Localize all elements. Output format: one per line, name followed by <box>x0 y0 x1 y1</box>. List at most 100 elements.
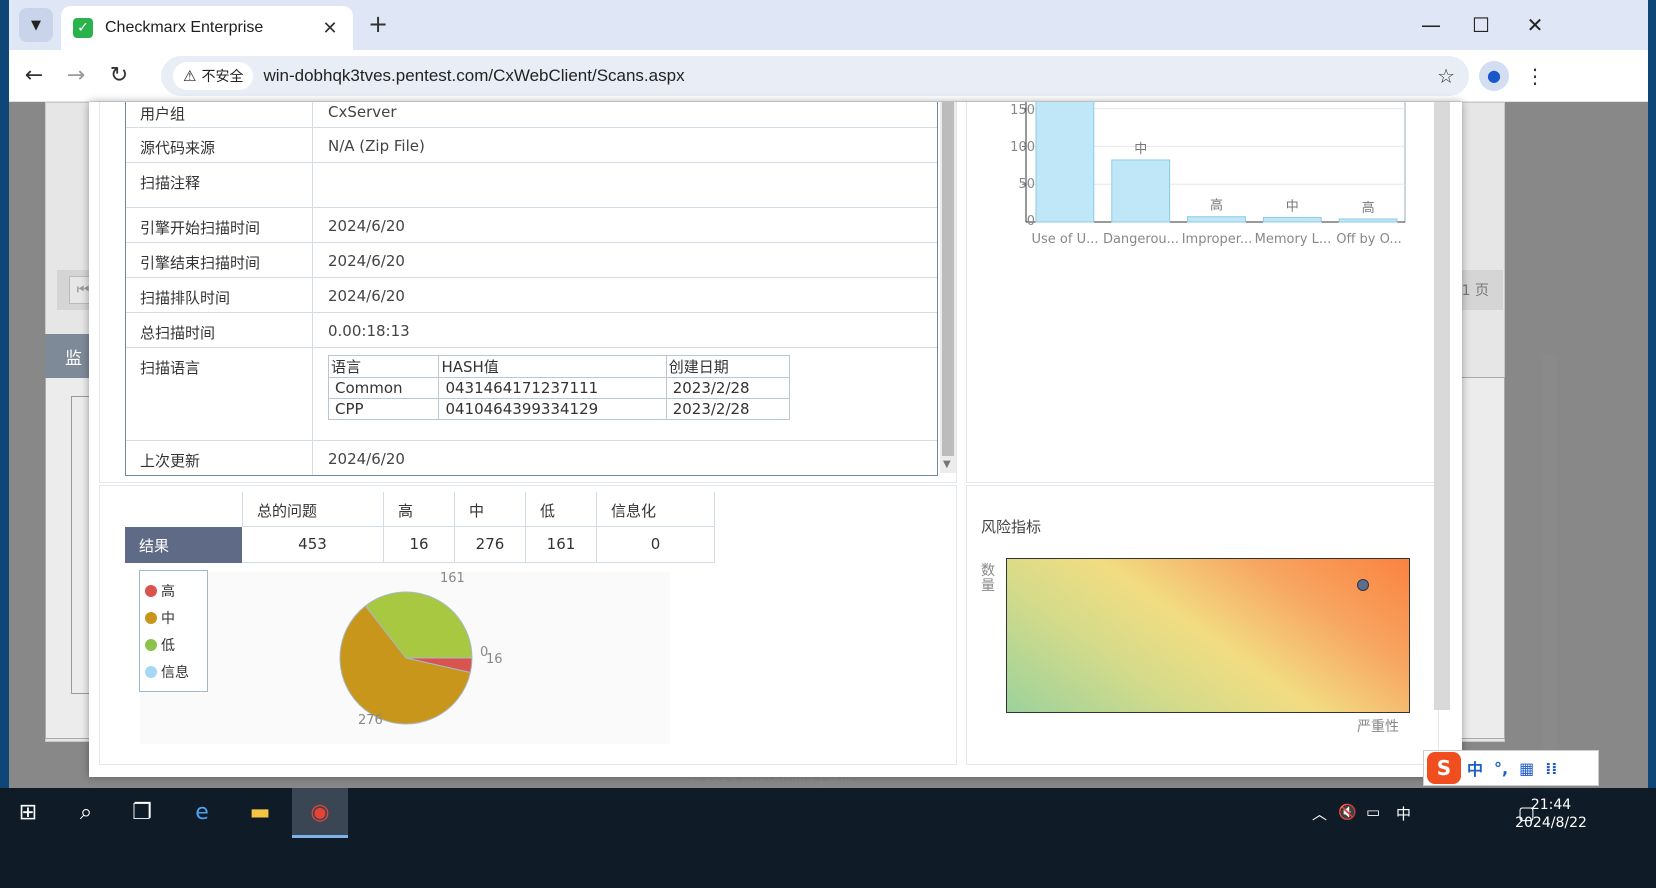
details-value: 2024/6/20 <box>328 287 405 305</box>
x-tick-label: Improper... <box>1181 232 1253 247</box>
details-value: 0.00:18:13 <box>328 322 410 340</box>
tray-chevron-icon[interactable]: ︿ <box>1312 803 1327 824</box>
close-window-icon[interactable]: ✕ <box>1515 10 1555 40</box>
ime-chinese-mode[interactable]: 中 <box>1467 756 1483 780</box>
details-scrollbar-thumb[interactable] <box>942 102 954 456</box>
url-text[interactable]: win-dobhqk3tves.pentest.com/CxWebClient/… <box>263 66 1437 86</box>
details-row: 上次更新 2024/6/20 <box>126 441 937 475</box>
legend-item-high[interactable]: 高 <box>145 577 207 604</box>
windows-start-icon[interactable]: ⊞ <box>0 788 56 838</box>
details-label: 引擎结束扫描时间 <box>126 243 313 277</box>
ime-punctuation-icon[interactable]: °, <box>1494 759 1508 778</box>
hash-col-header: HASH值 <box>438 355 667 378</box>
details-row: 源代码来源 N/A (Zip File) <box>126 128 937 163</box>
legend-label: 低 <box>161 637 175 654</box>
page-content: ⏮ 1 页 监 © 2024 Checkmarx | 联部 用户组 CxServ… <box>9 102 1648 788</box>
bar-label: 高 <box>1210 198 1223 214</box>
legend-dot-icon <box>145 584 157 597</box>
security-chip[interactable]: ⚠ 不安全 <box>173 62 254 90</box>
tab-close-icon[interactable]: ✕ <box>319 18 341 39</box>
legend-dot-icon <box>145 638 157 651</box>
details-value: 2024/6/20 <box>328 217 405 235</box>
forward-arrow-icon[interactable]: → <box>61 61 91 91</box>
bookmark-star-icon[interactable]: ☆ <box>1437 64 1455 88</box>
vulnerability-bar-chart-panel: 中高中高 150 100 50 0 Use of U... Dangerou..… <box>966 102 1439 483</box>
notification-icon[interactable]: ▢ <box>1518 803 1535 824</box>
background-tab[interactable]: 监 <box>45 334 93 378</box>
details-value: 2024/6/20 <box>328 450 405 468</box>
page-scrollbar[interactable] <box>1543 354 1557 754</box>
bar <box>1187 216 1246 223</box>
ime-indicator[interactable]: 中 <box>1396 803 1411 824</box>
details-label: 扫描注释 <box>126 163 313 207</box>
search-icon[interactable]: ⌕ <box>58 788 114 838</box>
new-tab-button[interactable]: + <box>363 10 393 40</box>
chrome-taskbar-icon[interactable]: ◉ <box>292 788 348 838</box>
risk-point[interactable] <box>1356 579 1369 592</box>
low-header: 低 <box>526 492 597 527</box>
x-tick-label: Off by O... <box>1336 232 1402 247</box>
pie-data-label: 276 <box>358 713 383 728</box>
reload-icon[interactable]: ↻ <box>104 61 134 91</box>
results-summary-panel: 总的问题 高 中 低 信息化 结果 453 16 276 161 0 16 276… <box>99 485 957 765</box>
total-issues-value: 453 <box>242 527 384 563</box>
minimize-icon[interactable]: — <box>1411 10 1451 40</box>
legend-item-low[interactable]: 低 <box>145 631 207 658</box>
legend-dot-icon <box>145 611 157 624</box>
details-row: 扫描注释 <box>126 163 937 208</box>
language-table: 语言 HASH值 创建日期 Common 0431464171237111 20… <box>327 355 791 420</box>
bar <box>1035 102 1095 223</box>
y-tick-label: 100 <box>1010 140 1035 155</box>
kebab-menu-icon[interactable]: ⋮ <box>1525 61 1545 91</box>
maximize-icon[interactable]: ☐ <box>1461 10 1501 40</box>
address-bar[interactable]: ⚠ 不安全 win-dobhqk3tves.pentest.com/CxWebC… <box>161 56 1469 96</box>
details-scrollbar[interactable]: ▼ <box>940 102 956 473</box>
desktop-edge-right <box>1648 0 1656 838</box>
legend-item-info[interactable]: 信息 <box>145 658 207 685</box>
profile-avatar-icon[interactable]: ● <box>1479 61 1509 91</box>
task-view-icon[interactable]: ❐ <box>114 788 170 838</box>
tab-search-chevron-icon[interactable]: ▼ <box>19 8 53 42</box>
modal-scrollbar[interactable] <box>1434 102 1450 710</box>
browser-window: ▼ ✓ Checkmarx Enterprise ✕ + — ☐ ✕ ← → ↻… <box>9 0 1648 838</box>
details-label: 扫描语言 <box>126 348 313 440</box>
security-label: 不安全 <box>201 69 244 85</box>
high-header: 高 <box>384 492 455 527</box>
x-tick-label: Dangerou... <box>1102 232 1180 247</box>
ime-keyboard-icon[interactable]: ▦ <box>1519 759 1534 778</box>
details-value: N/A (Zip File) <box>328 137 425 155</box>
scan-details-table: 用户组 CxServer 源代码来源 N/A (Zip File) 扫描注释 引… <box>125 102 938 476</box>
result-row-label: 结果 <box>125 527 242 563</box>
back-arrow-icon[interactable]: ← <box>19 61 49 91</box>
pager-page-label: 1 页 <box>1461 283 1489 299</box>
high-value: 16 <box>384 527 455 563</box>
legend-item-medium[interactable]: 中 <box>145 604 207 631</box>
details-label: 引擎开始扫描时间 <box>126 208 313 242</box>
sogou-logo-icon[interactable]: S <box>1427 752 1461 784</box>
pie-legend: 高 中 低 信息 <box>139 570 208 692</box>
tab-strip: ▼ ✓ Checkmarx Enterprise ✕ + — ☐ ✕ <box>9 0 1648 50</box>
details-row: 用户组 CxServer <box>126 102 937 128</box>
internet-explorer-icon[interactable]: e <box>174 788 230 838</box>
details-row: 扫描排队时间 2024/6/20 <box>126 278 937 313</box>
language-col-header: 语言 <box>327 355 440 378</box>
bar <box>1111 159 1171 223</box>
network-icon[interactable]: ▭ <box>1366 803 1380 821</box>
file-explorer-icon[interactable]: ▬ <box>232 788 288 838</box>
risk-indicator-panel: 风险指标 数量 严重性 <box>966 485 1439 765</box>
hash-cell: 0431464171237111 <box>438 377 667 399</box>
volume-muted-icon[interactable]: 🔇 <box>1338 803 1357 821</box>
scroll-down-arrow-icon[interactable]: ▼ <box>943 459 951 470</box>
language-cell: Common <box>327 377 440 399</box>
browser-toolbar: ← → ↻ ⚠ 不安全 win-dobhqk3tves.pentest.com/… <box>9 50 1648 102</box>
details-panel: 用户组 CxServer 源代码来源 N/A (Zip File) 扫描注释 引… <box>99 102 957 483</box>
tab-checkmarx[interactable]: ✓ Checkmarx Enterprise ✕ <box>61 6 353 50</box>
desktop-edge-left <box>0 0 9 838</box>
date-cell: 2023/2/28 <box>665 377 791 399</box>
warning-icon: ⚠ <box>183 67 197 85</box>
date-cell: 2023/2/28 <box>665 398 791 420</box>
ime-grid-icon[interactable]: ⁞⁞ <box>1545 759 1557 778</box>
details-label: 扫描排队时间 <box>126 278 313 312</box>
legend-label: 信息 <box>161 664 189 681</box>
details-row: 总扫描时间 0.00:18:13 <box>126 313 937 348</box>
